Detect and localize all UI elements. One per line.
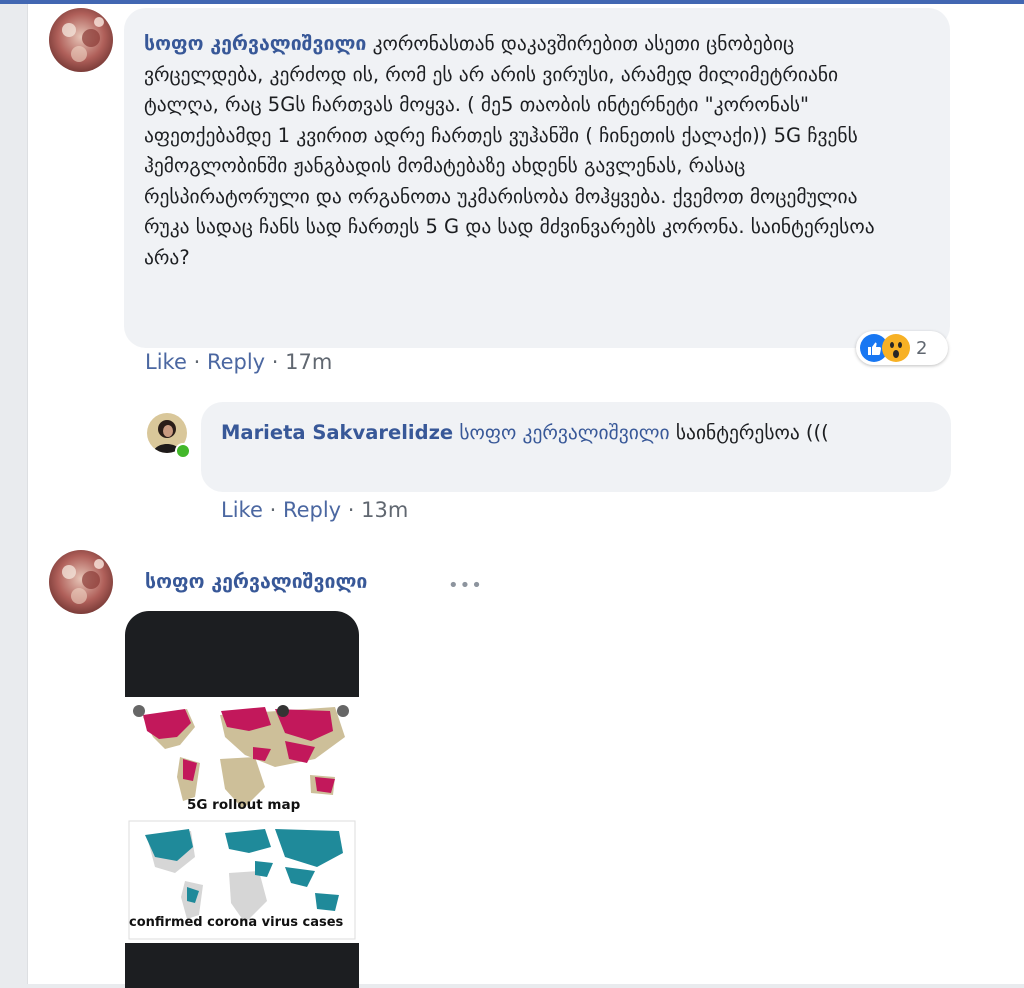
reaction-count: 2 [916, 337, 928, 359]
comment-bubble: სოფო კერვალიშვილი კორონასთან დაკავშირები… [124, 8, 950, 348]
map-collage: 5G rollout map confirmed corona virus ca… [125, 697, 359, 943]
timestamp[interactable]: 13m [361, 498, 408, 522]
separator: · [193, 350, 201, 374]
separator: · [269, 498, 277, 522]
map-caption-top: 5G rollout map [187, 797, 301, 813]
reply-bubble: Marieta Sakvarelidze სოფო კერვალიშვილი ს… [201, 402, 951, 492]
map-caption-bottom: confirmed corona virus cases [129, 915, 344, 930]
timestamp[interactable]: 17m [285, 350, 332, 374]
reply-text: საინტერესოა ((( [675, 421, 829, 444]
world-maps [125, 697, 359, 940]
reply-author[interactable]: Marieta Sakvarelidze [221, 421, 453, 444]
avatar[interactable] [49, 550, 113, 614]
separator: · [271, 350, 279, 374]
reply-link[interactable]: Reply [283, 498, 341, 522]
more-options-icon[interactable]: ••• [448, 575, 483, 596]
separator: · [347, 498, 355, 522]
comments-panel: სოფო კერვალიშვილი კორონასთან დაკავშირები… [27, 4, 1024, 988]
wow-icon [882, 334, 910, 362]
comment-text: კორონასთან დაკავშირებით ასეთი ცნობებიც ვ… [144, 32, 875, 269]
panel-border [27, 4, 28, 984]
attached-image[interactable]: 5G rollout map confirmed corona virus ca… [125, 611, 359, 988]
reply-mention[interactable]: სოფო კერვალიშვილი [459, 421, 669, 444]
like-link[interactable]: Like [145, 350, 187, 374]
reply-link[interactable]: Reply [207, 350, 265, 374]
reaction-summary[interactable]: 2 [856, 331, 948, 365]
comment-actions: Like · Reply · 17m [145, 350, 332, 374]
online-status-dot [175, 443, 191, 459]
reply-actions: Like · Reply · 13m [221, 498, 408, 522]
avatar[interactable] [49, 8, 113, 72]
like-link[interactable]: Like [221, 498, 263, 522]
comment-author[interactable]: სოფო კერვალიშვილი [144, 32, 366, 55]
comment-author[interactable]: სოფო კერვალიშვილი [145, 570, 367, 593]
